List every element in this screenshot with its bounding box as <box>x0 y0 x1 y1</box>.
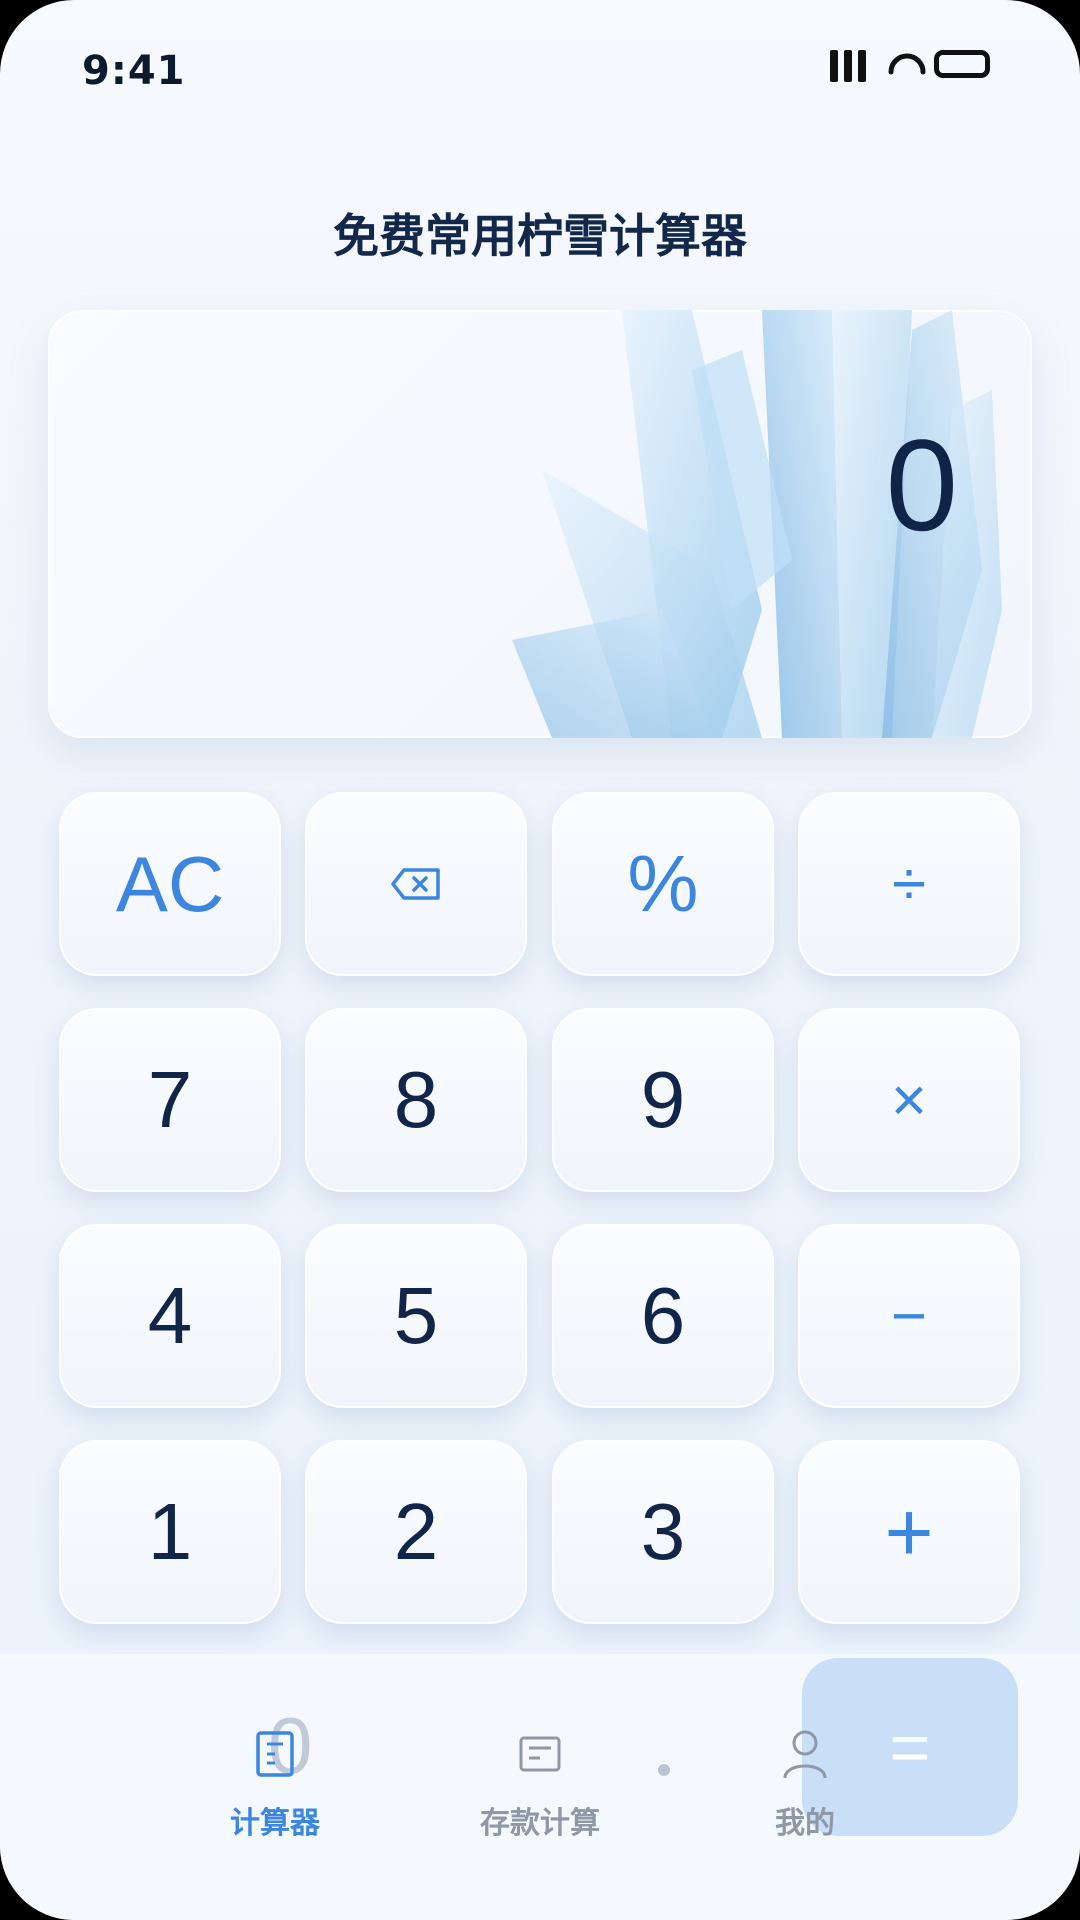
calculator-icon <box>256 1731 294 1777</box>
status-time: 9:41 <box>82 48 186 94</box>
page-title: 免费常用柠雪计算器 <box>333 209 747 263</box>
multiply-button[interactable]: × <box>798 1008 1020 1192</box>
tab-mine[interactable]: 我的 <box>705 1724 905 1842</box>
digit-label: 6 <box>640 1271 686 1360</box>
wifi-icon <box>888 53 926 75</box>
app-screen: 9:41 免费常用柠雪计算器 0 AC % ÷ 7 8 9 × 4 5 6 − … <box>0 0 1080 1920</box>
status-icons <box>830 48 1000 84</box>
multiply-label: × <box>890 1065 928 1135</box>
percent-button[interactable]: % <box>552 792 774 976</box>
digit-label: 8 <box>393 1055 439 1144</box>
digit-9-button[interactable]: 9 <box>552 1008 774 1192</box>
subtract-label: − <box>890 1281 928 1351</box>
digit-label: 4 <box>147 1271 193 1360</box>
all-clear-button[interactable]: AC <box>59 792 281 976</box>
battery-icon <box>934 50 990 78</box>
divide-button[interactable]: ÷ <box>798 792 1020 976</box>
digit-1-button[interactable]: 1 <box>59 1440 281 1624</box>
tab-label: 我的 <box>775 1806 835 1841</box>
add-label: + <box>884 1484 934 1579</box>
display-value: 0 <box>885 412 958 558</box>
backspace-icon <box>391 868 440 900</box>
digit-label: 9 <box>640 1055 686 1144</box>
digit-label: 1 <box>147 1487 193 1576</box>
tab-label: 计算器 <box>230 1806 320 1841</box>
subtract-button[interactable]: − <box>798 1224 1020 1408</box>
percent-label: % <box>627 839 699 928</box>
digit-8-button[interactable]: 8 <box>305 1008 527 1192</box>
tab-deposit-calculation[interactable]: 存款计算 <box>440 1724 640 1842</box>
digit-label: 3 <box>640 1487 686 1576</box>
result-display: 0 <box>48 310 1032 738</box>
digit-3-button[interactable]: 3 <box>552 1440 774 1624</box>
profile-icon <box>783 1730 827 1779</box>
divide-label: ÷ <box>891 849 927 919</box>
decimal-dot[interactable] <box>658 1764 670 1776</box>
digit-6-button[interactable]: 6 <box>552 1224 774 1408</box>
digit-7-button[interactable]: 7 <box>59 1008 281 1192</box>
deposit-icon <box>519 1736 561 1772</box>
digit-4-button[interactable]: 4 <box>59 1224 281 1408</box>
all-clear-label: AC <box>115 839 225 928</box>
backspace-button[interactable] <box>305 792 527 976</box>
digit-label: 7 <box>147 1055 193 1144</box>
digit-2-button[interactable]: 2 <box>305 1440 527 1624</box>
tab-label: 存款计算 <box>480 1806 600 1841</box>
digit-5-button[interactable]: 5 <box>305 1224 527 1408</box>
add-button[interactable]: + <box>798 1440 1020 1624</box>
digit-label: 5 <box>393 1271 439 1360</box>
digit-label: 2 <box>393 1487 439 1576</box>
tab-calculator[interactable]: 计算器 <box>175 1724 375 1842</box>
